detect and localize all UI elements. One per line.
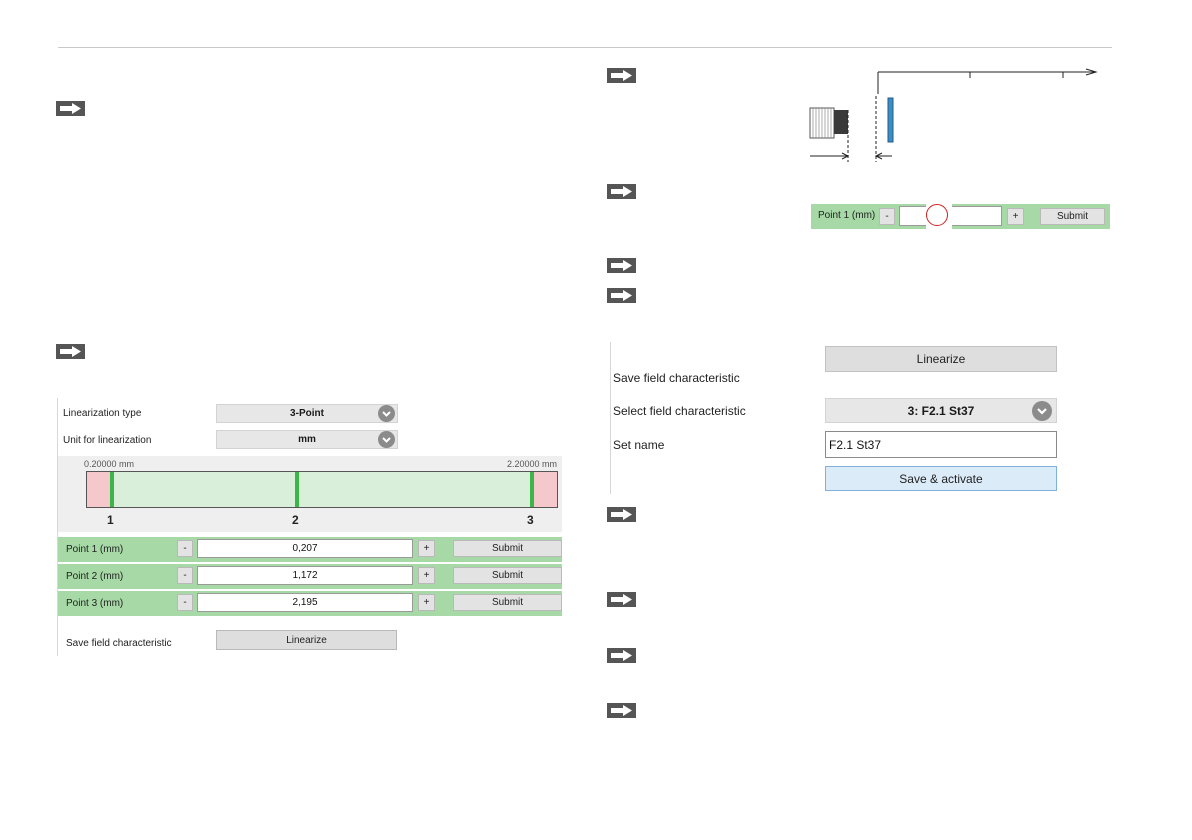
- linearization-type-value: 3-Point: [290, 408, 324, 419]
- select-field-characteristic-label: Select field characteristic: [613, 404, 746, 418]
- marker-label-1: 1: [107, 513, 114, 527]
- field-characteristic-value: 3: F2.1 St37: [907, 403, 975, 418]
- point-detail-submit-button[interactable]: Submit: [1040, 208, 1105, 225]
- range-start-zone: [87, 472, 111, 507]
- unit-select[interactable]: mm: [216, 430, 398, 449]
- arrow-icon: [607, 258, 636, 273]
- arrow-icon: [607, 703, 636, 718]
- point-detail-label: Point 1 (mm): [818, 210, 876, 221]
- point-2-decrement-button[interactable]: -: [177, 567, 193, 584]
- point-detail-decrement-button[interactable]: -: [879, 208, 895, 225]
- range-end-zone: [533, 472, 557, 507]
- chevron-down-icon: [378, 431, 395, 448]
- arrow-icon: [607, 288, 636, 303]
- chevron-down-icon: [378, 405, 395, 422]
- point-3-submit-button[interactable]: Submit: [453, 594, 562, 611]
- marker-3[interactable]: [530, 472, 534, 507]
- arrow-icon: [607, 648, 636, 663]
- arrow-icon: [607, 184, 636, 199]
- marker-2[interactable]: [295, 472, 299, 507]
- marker-label-3: 3: [527, 513, 534, 527]
- point-2-label: Point 2 (mm): [66, 571, 124, 582]
- save-panel-border: [610, 342, 611, 494]
- chevron-down-icon: [1032, 401, 1052, 421]
- range-min-label: 0.20000 mm: [84, 459, 135, 469]
- arrow-icon: [56, 101, 85, 116]
- save-field-characteristic-label: Save field characteristic: [66, 638, 172, 649]
- field-characteristic-select[interactable]: 3: F2.1 St37: [825, 398, 1057, 423]
- top-divider: [58, 47, 1112, 48]
- point-1-decrement-button[interactable]: -: [177, 540, 193, 557]
- save-panel-save-label: Save field characteristic: [613, 371, 740, 385]
- range-max-label: 2.20000 mm: [507, 459, 558, 469]
- point-1-label: Point 1 (mm): [66, 544, 124, 555]
- arrow-icon: [56, 344, 85, 359]
- arrow-icon: [607, 592, 636, 607]
- point-2-submit-button[interactable]: Submit: [453, 567, 562, 584]
- marker-1[interactable]: [110, 472, 114, 507]
- point-3-input[interactable]: 2,195: [197, 593, 413, 612]
- point-1-input[interactable]: 0,207: [197, 539, 413, 558]
- highlight-circle-icon: [926, 204, 948, 226]
- point-1-increment-button[interactable]: +: [418, 540, 435, 557]
- point-3-decrement-button[interactable]: -: [177, 594, 193, 611]
- linearization-type-select[interactable]: 3-Point: [216, 404, 398, 423]
- linearize-button[interactable]: Linearize: [216, 630, 397, 650]
- set-name-input[interactable]: F2.1 St37: [825, 431, 1057, 458]
- point-3-increment-button[interactable]: +: [418, 594, 435, 611]
- marker-label-2: 2: [292, 513, 299, 527]
- arrow-icon: [607, 68, 636, 83]
- unit-value: mm: [298, 434, 316, 445]
- linearization-type-label: Linearization type: [63, 408, 142, 419]
- point-1-submit-button[interactable]: Submit: [453, 540, 562, 557]
- set-name-label: Set name: [613, 438, 665, 452]
- sensor-diagram: [809, 68, 1098, 162]
- arrow-icon: [607, 507, 636, 522]
- save-panel-linearize-button[interactable]: Linearize: [825, 346, 1057, 372]
- point-2-increment-button[interactable]: +: [418, 567, 435, 584]
- range-bar: [86, 471, 558, 508]
- point-detail-increment-button[interactable]: +: [1007, 208, 1024, 225]
- unit-label: Unit for linearization: [63, 435, 152, 446]
- point-2-input[interactable]: 1,172: [197, 566, 413, 585]
- point-3-label: Point 3 (mm): [66, 598, 124, 609]
- save-activate-button[interactable]: Save & activate: [825, 466, 1057, 491]
